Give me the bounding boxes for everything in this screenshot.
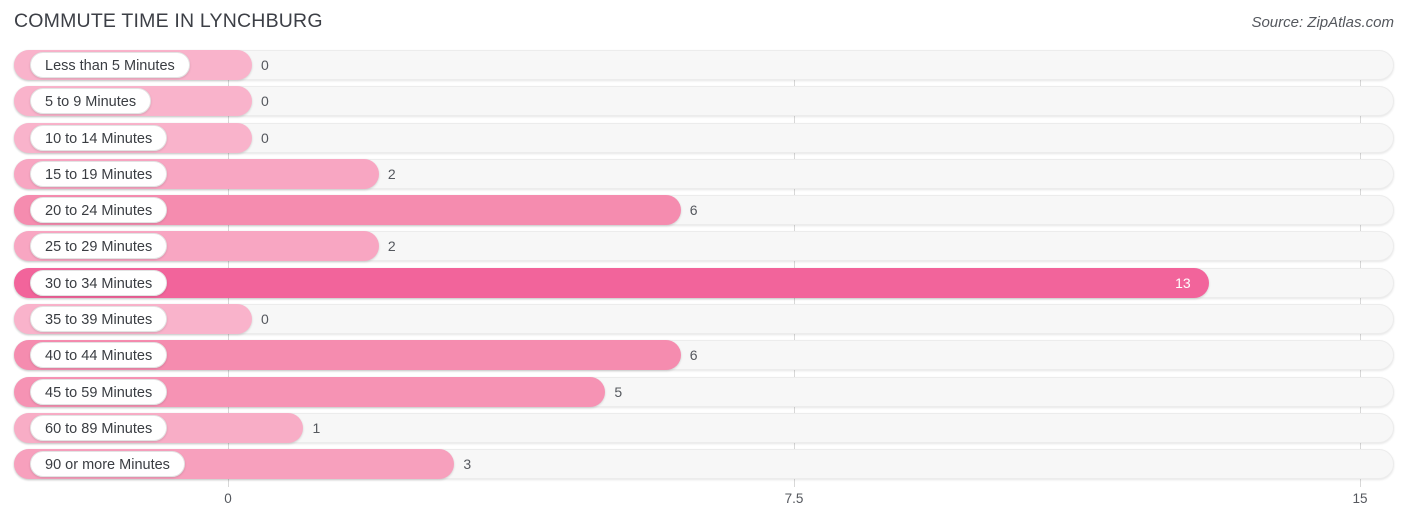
bar[interactable]: [14, 267, 1210, 298]
source-attribution: Source: ZipAtlas.com: [1251, 14, 1394, 31]
bar-row: 45 to 59 Minutes 5: [0, 376, 1406, 407]
bar-value-label: 3: [463, 456, 472, 473]
bar-row: Less than 5 Minutes 0: [0, 50, 1406, 80]
bar-category-label: 35 to 39 Minutes: [30, 306, 168, 333]
bar-category-label: 15 to 19 Minutes: [30, 160, 168, 187]
x-axis-tick-label: 7.5: [784, 491, 804, 506]
bar-category-label: 25 to 29 Minutes: [30, 233, 168, 260]
bar-row: 30 to 34 Minutes 13: [0, 267, 1406, 298]
bar-row: 5 to 9 Minutes 0: [0, 86, 1406, 117]
commute-time-bar-chart: COMMUTE TIME IN LYNCHBURG Source: ZipAtl…: [0, 0, 1406, 523]
bar-rows: Less than 5 Minutes 0 5 to 9 Minutes 0 10 to…: [0, 50, 1406, 486]
bar-row: 20 to 24 Minutes 6: [0, 195, 1406, 226]
bar-category-label: 30 to 34 Minutes: [30, 269, 168, 296]
bar-value-label: 0: [261, 311, 269, 328]
bar-category-label: 40 to 44 Minutes: [30, 342, 168, 369]
bar-value-label: 0: [261, 129, 269, 146]
bar-row: 10 to 14 Minutes 0: [0, 122, 1406, 153]
bar-row: 90 or more Minutes 3: [0, 449, 1406, 480]
bar-value-label: 0: [261, 57, 269, 73]
bar-value-label: 1: [312, 419, 321, 436]
page-title: COMMUTE TIME IN LYNCHBURG: [14, 10, 323, 32]
bar-value-label: 2: [387, 238, 396, 255]
plot-area: Less than 5 Minutes 0 5 to 9 Minutes 0 10 to…: [0, 50, 1406, 487]
bar-category-label: 90 or more Minutes: [30, 451, 185, 478]
x-axis-tick-label: 0: [224, 491, 232, 506]
bar-row: 35 to 39 Minutes 0: [0, 304, 1406, 335]
bar-row: 25 to 29 Minutes 2: [0, 231, 1406, 262]
bar-category-label: Less than 5 Minutes: [30, 52, 190, 78]
bar-category-label: 10 to 14 Minutes: [30, 124, 168, 151]
bar-row: 15 to 19 Minutes 2: [0, 158, 1406, 189]
bar-value-label: 6: [689, 347, 698, 364]
bar-value-label: 6: [689, 202, 698, 219]
bar-category-label: 20 to 24 Minutes: [30, 197, 168, 224]
bar-category-label: 45 to 59 Minutes: [30, 378, 168, 405]
x-axis-tick-label: 15: [1352, 491, 1368, 506]
bar-row: 40 to 44 Minutes 6: [0, 340, 1406, 371]
bar-value-label: 5: [614, 383, 623, 400]
bar-category-label: 5 to 9 Minutes: [30, 88, 152, 115]
bar-category-label: 60 to 89 Minutes: [30, 414, 168, 441]
bar-value-label: 13: [1175, 274, 1191, 291]
x-axis: 0 7.5 15: [0, 487, 1406, 523]
bar-value-label: 0: [261, 93, 269, 110]
bar-row: 60 to 89 Minutes 1: [0, 412, 1406, 443]
bar-value-label: 2: [387, 165, 396, 182]
